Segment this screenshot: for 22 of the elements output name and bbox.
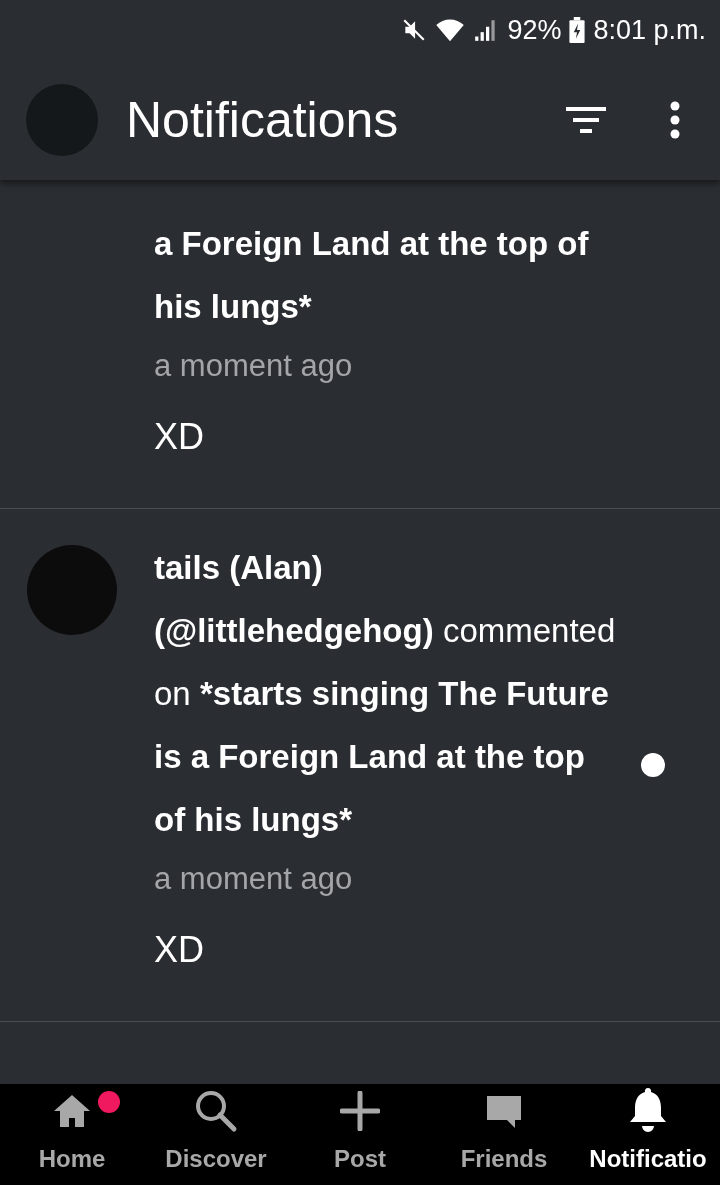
plus-icon (340, 1091, 380, 1131)
notification-text: a Foreign Land at the top of his lungs* (154, 224, 590, 327)
filter-icon[interactable] (566, 105, 606, 135)
timestamp: a moment ago (154, 860, 354, 898)
notification-card[interactable]: tails (Alan) (@littlehedgehog) commented on *starts singing The Future is a Foreign Land at the top of his lungs* a moment ago XD (0, 509, 720, 1022)
battery-icon (569, 17, 586, 43)
nav-tab[interactable]: Discover (144, 1084, 288, 1185)
nav-tab[interactable]: Post (288, 1084, 432, 1185)
more-icon[interactable] (670, 101, 680, 139)
notification-card[interactable]: a Foreign Land at the top of his lungs* a moment ago XD (0, 180, 720, 509)
comment-text: XD (154, 928, 205, 972)
page-title: Notifications (126, 91, 400, 149)
wifi-icon (435, 17, 466, 43)
nav-tab[interactable]: Notificatio (576, 1084, 720, 1185)
search-icon (194, 1089, 238, 1133)
clock: 8:01 p.m. (593, 14, 706, 46)
nav-tab[interactable]: Friends (432, 1084, 576, 1185)
battery-percent: 92% (507, 14, 562, 46)
timestamp: a moment ago (154, 347, 354, 385)
nav-tab[interactable]: Home (0, 1084, 144, 1185)
comment-text: XD (154, 415, 205, 459)
notification-text: tails (Alan) (@littlehedgehog) commented on *starts singing The Future is a Foreign Land at the top of his lungs* (154, 548, 616, 840)
